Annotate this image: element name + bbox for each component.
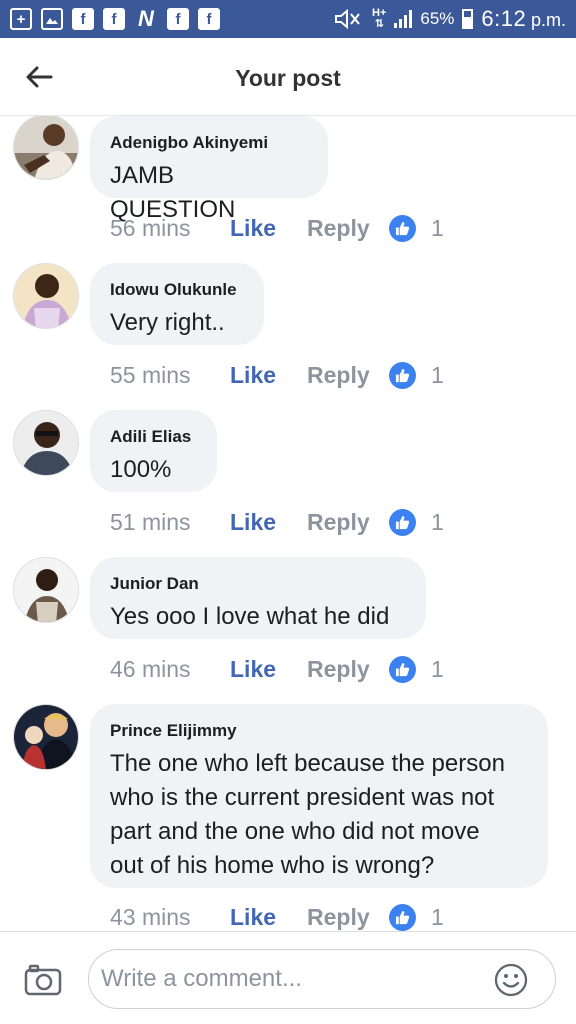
emoji-button[interactable]: [494, 963, 528, 997]
signal-icon: [394, 10, 413, 28]
like-button[interactable]: Like: [230, 362, 307, 389]
reply-button[interactable]: Reply: [307, 904, 389, 931]
page-header: Your post: [0, 38, 576, 116]
like-count[interactable]: 1: [431, 656, 444, 683]
plus-icon: +: [10, 8, 32, 30]
like-button[interactable]: Like: [230, 656, 307, 683]
comment-actions: 43 mins Like Reply 1: [110, 902, 444, 931]
facebook-icon: f: [167, 8, 189, 30]
comment-author[interactable]: Junior Dan: [110, 574, 404, 594]
battery-icon: [462, 9, 474, 29]
avatar[interactable]: [13, 557, 79, 623]
comment-text: Yes ooo I love what he did: [110, 603, 390, 630]
comment-list: Adenigbo Akinyemi JAMB QUESTION 56 mins …: [0, 116, 576, 931]
status-bar: + f f N f f H+ ⇅ 65% 6:12 p.m.: [0, 0, 576, 38]
reply-button[interactable]: Reply: [307, 509, 389, 536]
thumbs-up-icon[interactable]: [389, 903, 416, 931]
like-button[interactable]: Like: [230, 904, 307, 931]
gallery-icon: [41, 8, 63, 30]
n-app-icon: N: [138, 6, 154, 31]
like-count[interactable]: 1: [431, 362, 444, 389]
comment-bubble[interactable]: Junior Dan Yes ooo I love what he did: [90, 557, 426, 639]
comment-actions: 51 mins Like Reply 1: [110, 507, 444, 537]
comment-time[interactable]: 56 mins: [110, 215, 230, 242]
avatar[interactable]: [13, 263, 79, 329]
like-button[interactable]: Like: [230, 509, 307, 536]
network-type: H+ ⇅: [372, 7, 387, 30]
comment-time[interactable]: 51 mins: [110, 509, 230, 536]
comment-author[interactable]: Idowu Olukunle: [110, 280, 242, 300]
battery-percent: 65%: [420, 9, 455, 28]
facebook-icon: f: [198, 8, 220, 30]
comment-time[interactable]: 55 mins: [110, 362, 230, 389]
comment-text: Very right..: [110, 309, 225, 336]
facebook-icon: f: [72, 8, 94, 30]
comment-author[interactable]: Prince Elijimmy: [110, 721, 526, 741]
comment-bubble[interactable]: Adili Elias 100%: [90, 410, 217, 492]
reply-button[interactable]: Reply: [307, 656, 389, 683]
page-title: Your post: [235, 65, 341, 91]
comment-text-line: out of his home who is wrong?: [110, 852, 435, 879]
comment-text-line: part and the one who did not move: [110, 818, 480, 845]
like-count[interactable]: 1: [431, 509, 444, 536]
comment-composer: [0, 931, 576, 1024]
avatar[interactable]: [13, 116, 79, 180]
thumbs-up-icon[interactable]: [389, 508, 416, 536]
comment-text-line: who is the current president was not: [110, 784, 495, 811]
comment-text-line: The one who left because the person: [110, 750, 505, 777]
notification-icons: + f f N f f: [10, 8, 220, 30]
reply-button[interactable]: Reply: [307, 362, 389, 389]
comment-bubble[interactable]: Idowu Olukunle Very right..: [90, 263, 264, 345]
like-button[interactable]: Like: [230, 215, 307, 242]
comment-time[interactable]: 43 mins: [110, 904, 230, 931]
comment-actions: 46 mins Like Reply 1: [110, 654, 444, 684]
thumbs-up-icon[interactable]: [389, 361, 416, 389]
camera-icon: [24, 964, 62, 996]
reply-button[interactable]: Reply: [307, 215, 389, 242]
like-count[interactable]: 1: [431, 215, 444, 242]
avatar[interactable]: [13, 704, 79, 770]
comment-time[interactable]: 46 mins: [110, 656, 230, 683]
comment-actions: 55 mins Like Reply 1: [110, 360, 444, 390]
emoji-icon: [494, 963, 528, 997]
camera-button[interactable]: [24, 964, 62, 996]
clock: 6:12 p.m.: [481, 6, 566, 31]
comment-bubble[interactable]: Prince Elijimmy The one who left because…: [90, 704, 548, 888]
thumbs-up-icon[interactable]: [389, 655, 416, 683]
comment-author[interactable]: Adenigbo Akinyemi: [110, 133, 306, 153]
comment-text: 100%: [110, 456, 172, 483]
comment-author[interactable]: Adili Elias: [110, 427, 195, 447]
system-status: H+ ⇅ 65% 6:12 p.m.: [334, 6, 566, 32]
avatar[interactable]: [13, 410, 79, 476]
thumbs-up-icon[interactable]: [389, 214, 416, 242]
comment-actions: 56 mins Like Reply 1: [110, 213, 444, 243]
comment-bubble[interactable]: Adenigbo Akinyemi JAMB QUESTION: [90, 116, 328, 223]
like-count[interactable]: 1: [431, 904, 444, 931]
mute-icon: [335, 9, 360, 29]
comment-input[interactable]: [88, 949, 556, 1009]
facebook-icon: f: [103, 8, 125, 30]
